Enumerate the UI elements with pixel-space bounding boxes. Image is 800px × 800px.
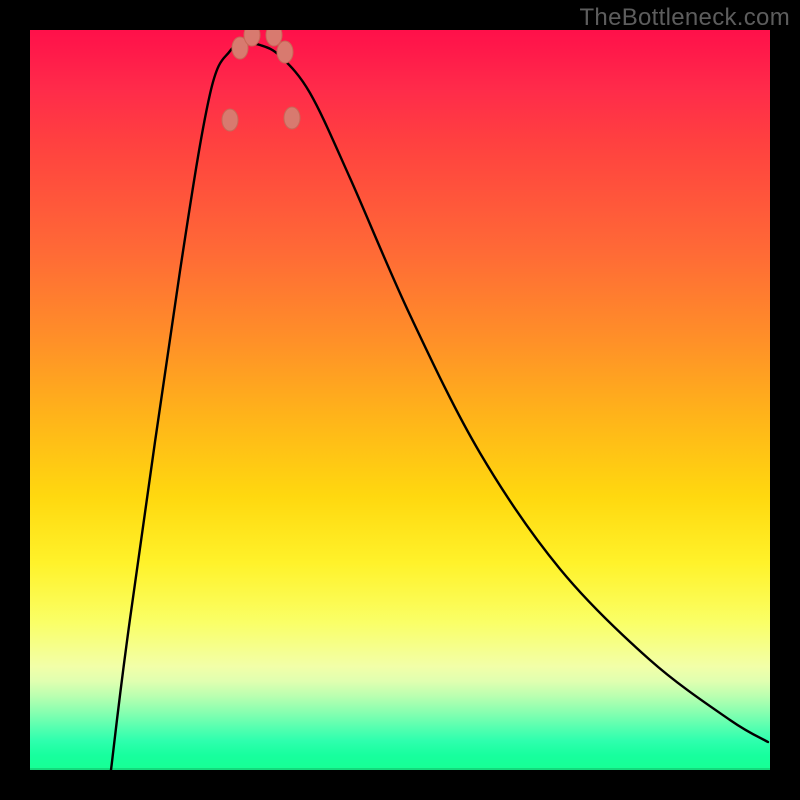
- chart-frame: TheBottleneck.com: [0, 0, 800, 800]
- plot-area: [30, 30, 770, 770]
- marker-right-upper: [284, 107, 300, 129]
- marker-min-left: [244, 30, 260, 46]
- bottleneck-curve: [111, 43, 768, 770]
- marker-left-upper: [222, 109, 238, 131]
- marker-right-lower: [277, 41, 293, 63]
- watermark-text: TheBottleneck.com: [579, 4, 790, 32]
- curve-layer: [30, 30, 770, 770]
